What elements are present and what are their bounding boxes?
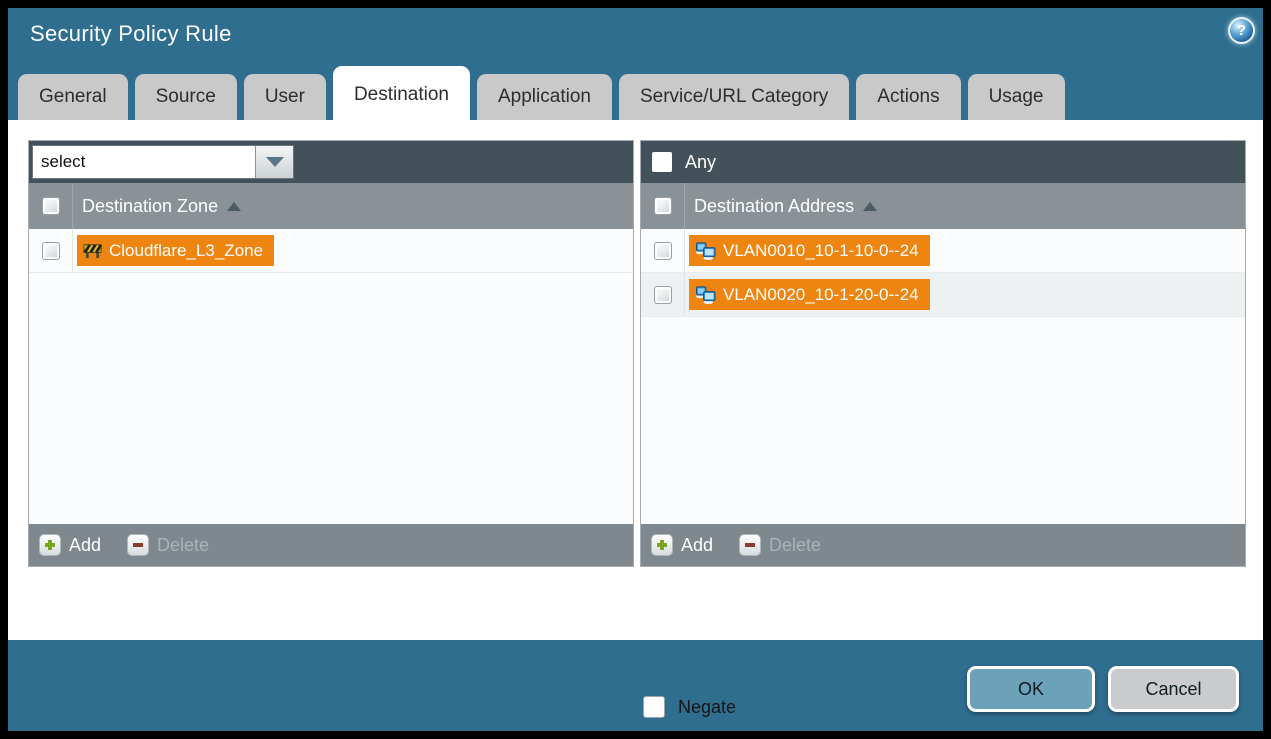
address-row-vlan0020[interactable]: VLAN0020_10-1-20-0--24 (641, 273, 1245, 317)
network-address-icon (695, 285, 716, 304)
chevron-down-icon (266, 157, 284, 167)
zone-row-label: Cloudflare_L3_Zone (109, 241, 263, 261)
dialog-title: Security Policy Rule (30, 21, 232, 47)
zone-delete-label: Delete (157, 535, 209, 556)
address-delete-label: Delete (769, 535, 821, 556)
zone-column-label: Destination Zone (82, 196, 218, 217)
ok-button[interactable]: OK (967, 666, 1095, 712)
address-rows: VLAN0010_10-1-10-0--24 (641, 229, 1245, 524)
tab-actions[interactable]: Actions (856, 74, 960, 120)
zone-select-dropdown-button[interactable] (255, 146, 293, 178)
zone-select-all-cell (29, 183, 73, 229)
title-bar: Security Policy Rule ? (8, 8, 1263, 62)
plus-icon (651, 534, 673, 556)
zone-column-header: Destination Zone (29, 183, 633, 229)
tab-strip: General Source User Destination Applicat… (10, 64, 1260, 120)
address-chip[interactable]: VLAN0020_10-1-20-0--24 (689, 279, 930, 310)
zone-panel-header (29, 141, 633, 183)
destination-tab-content: Destination Zone (8, 120, 1263, 640)
address-row-checkbox-cell (641, 273, 685, 316)
zone-select-combo (32, 145, 294, 179)
address-row-vlan0010[interactable]: VLAN0010_10-1-10-0--24 (641, 229, 1245, 273)
help-icon[interactable]: ? (1228, 17, 1255, 44)
any-checkbox[interactable] (652, 152, 672, 172)
minus-icon (739, 534, 761, 556)
sort-ascending-icon (227, 202, 241, 211)
minus-icon (127, 534, 149, 556)
sort-ascending-icon (863, 202, 877, 211)
address-select-all-cell (641, 183, 685, 229)
address-row-checkbox[interactable] (654, 242, 672, 260)
negate-checkbox[interactable] (643, 696, 665, 718)
zone-column-title[interactable]: Destination Zone (82, 196, 241, 217)
zone-delete-button[interactable]: Delete (127, 534, 209, 556)
negate-toggle[interactable]: Negate (643, 696, 736, 718)
tab-general[interactable]: General (18, 74, 128, 120)
address-panel-header: Any (641, 141, 1245, 183)
security-policy-rule-dialog: Security Policy Rule ? General Source Us… (8, 8, 1263, 731)
address-row-label: VLAN0010_10-1-10-0--24 (723, 241, 919, 261)
any-label: Any (685, 152, 716, 173)
negate-label: Negate (678, 697, 736, 718)
cancel-button[interactable]: Cancel (1108, 666, 1239, 712)
address-add-button[interactable]: Add (651, 534, 713, 556)
zone-barrier-icon (83, 242, 102, 259)
address-column-label: Destination Address (694, 196, 854, 217)
address-delete-button[interactable]: Delete (739, 534, 821, 556)
zone-row-cloudflare[interactable]: Cloudflare_L3_Zone (29, 229, 633, 273)
tab-source[interactable]: Source (135, 74, 237, 120)
tab-application[interactable]: Application (477, 74, 612, 120)
tab-service-url-category[interactable]: Service/URL Category (619, 74, 849, 120)
zone-select-all-checkbox[interactable] (42, 197, 60, 215)
address-column-title[interactable]: Destination Address (694, 196, 877, 217)
address-row-label: VLAN0020_10-1-20-0--24 (723, 285, 919, 305)
address-row-checkbox-cell (641, 229, 685, 272)
address-add-label: Add (681, 535, 713, 556)
destination-address-panel: Any Destination Address (640, 140, 1246, 567)
zone-add-button[interactable]: Add (39, 534, 101, 556)
address-column-header: Destination Address (641, 183, 1245, 229)
address-select-all-checkbox[interactable] (654, 197, 672, 215)
address-chip[interactable]: VLAN0010_10-1-10-0--24 (689, 235, 930, 266)
plus-icon (39, 534, 61, 556)
network-address-icon (695, 241, 716, 260)
zone-chip[interactable]: Cloudflare_L3_Zone (77, 235, 274, 266)
zone-rows: Cloudflare_L3_Zone (29, 229, 633, 524)
zone-select-input[interactable] (33, 146, 255, 178)
tab-usage[interactable]: Usage (968, 74, 1065, 120)
zone-row-checkbox-cell (29, 229, 73, 272)
any-toggle[interactable]: Any (644, 152, 716, 173)
zone-row-checkbox[interactable] (42, 242, 60, 260)
destination-zone-panel: Destination Zone (28, 140, 634, 567)
tab-destination[interactable]: Destination (333, 66, 470, 120)
zone-add-label: Add (69, 535, 101, 556)
tab-user[interactable]: User (244, 74, 326, 120)
address-panel-footer: Add Delete (641, 524, 1245, 566)
address-row-checkbox[interactable] (654, 286, 672, 304)
zone-panel-footer: Add Delete (29, 524, 633, 566)
